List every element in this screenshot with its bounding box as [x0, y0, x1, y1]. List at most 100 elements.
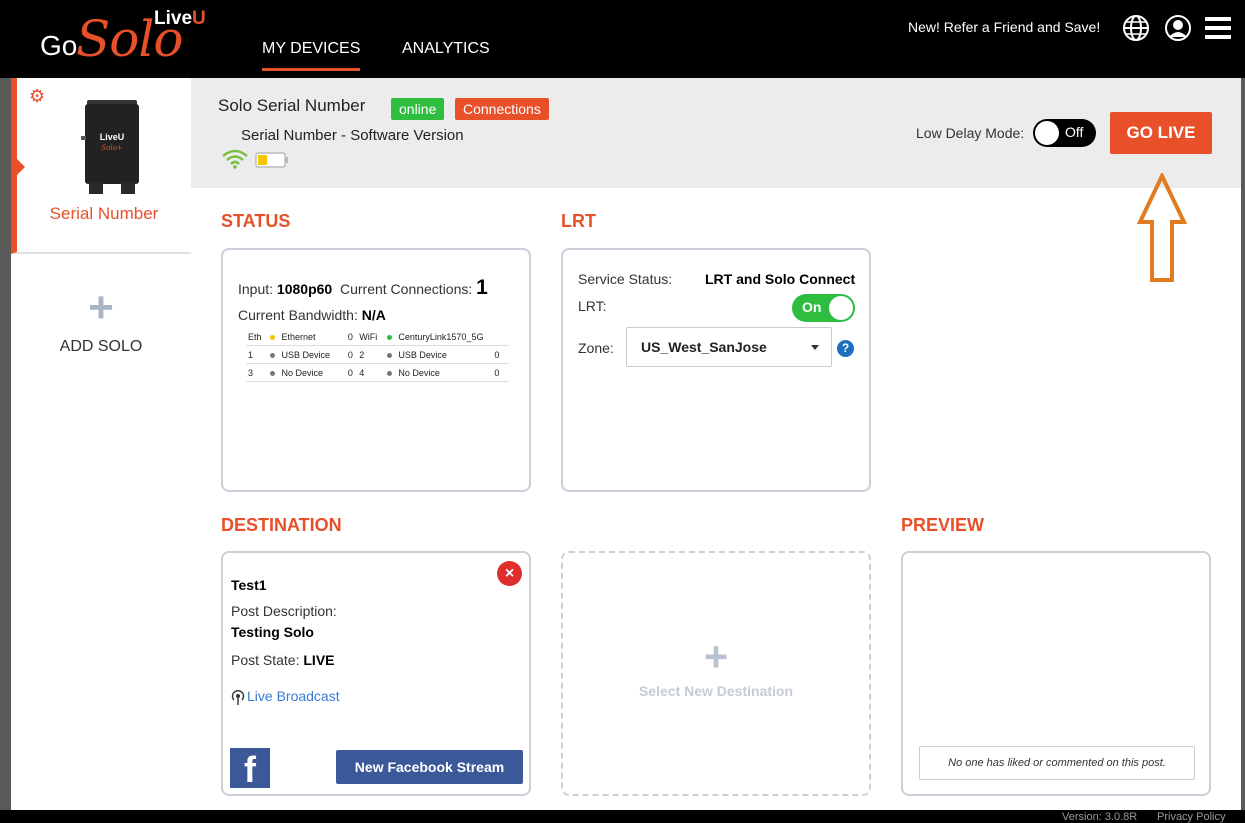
logo-live-part: Live [154, 8, 193, 29]
input-value: 1080p60 [276, 281, 333, 297]
preview-comments-note: No one has liked or commented on this po… [919, 746, 1195, 780]
new-facebook-stream-button[interactable]: New Facebook Stream [336, 750, 523, 784]
device-card-selected[interactable]: ⚙ LiveU Solo+ Serial Number [11, 78, 191, 254]
main-content: Solo Serial Number online Connections Se… [191, 78, 1241, 810]
bandwidth-label: Current Bandwidth: [238, 307, 358, 323]
lrt-toggle[interactable]: On [792, 294, 855, 322]
service-status-label: Service Status: [578, 271, 673, 287]
connections-value: 1 [476, 276, 488, 299]
low-delay-state: Off [1065, 124, 1084, 140]
modem-value: 0 [345, 328, 358, 346]
status-title: STATUS [221, 211, 291, 231]
low-delay-label: Low Delay Mode: [916, 125, 1025, 141]
bandwidth-line: Current Bandwidth: N/A [238, 307, 386, 323]
post-state-value: LIVE [303, 652, 335, 668]
modem-id: 4 [357, 363, 386, 382]
status-card: Input: 1080p60 Current Connections: 1 Cu… [221, 248, 531, 492]
hamburger-menu-icon[interactable] [1204, 14, 1232, 42]
modem-id: Eth [246, 328, 269, 346]
post-description-label: Post Description: [231, 603, 337, 619]
bandwidth-value: N/A [361, 307, 386, 323]
chevron-down-icon [811, 345, 819, 350]
table-row: 3 No Device 0 4 No Device 0 [246, 363, 509, 382]
low-delay-toggle[interactable]: Off [1033, 119, 1096, 147]
solo-device-image: LiveU Solo+ [81, 100, 139, 194]
privacy-policy-link[interactable]: Privacy Policy [1157, 811, 1225, 823]
plus-icon: + [703, 633, 729, 680]
destination-title: DESTINATION [221, 515, 342, 535]
destination-card: × Test1 Post Description: Testing Solo P… [221, 551, 531, 796]
facebook-icon: f [230, 748, 270, 790]
preview-card: No one has liked or commented on this po… [901, 551, 1211, 796]
status-dot [268, 345, 280, 364]
select-new-destination[interactable]: + Select New Destination [561, 551, 871, 796]
device-sub-text: Solo+ [101, 144, 122, 152]
logo-u-part: U [192, 8, 206, 29]
battery-icon [255, 152, 288, 168]
live-broadcast-label: Live Broadcast [247, 688, 340, 704]
tab-analytics[interactable]: ANALYTICS [402, 40, 490, 58]
modem-value: 0 [492, 345, 509, 364]
destination-name: Test1 [231, 577, 267, 593]
modem-name: USB Device [279, 345, 346, 364]
table-row: Eth Ethernet 0 WiFi CenturyLink1570_5G [246, 328, 509, 346]
wifi-icon [222, 149, 248, 169]
modem-table: Eth Ethernet 0 WiFi CenturyLink1570_5G 1… [246, 328, 509, 382]
device-topbar: Solo Serial Number online Connections Se… [191, 78, 1241, 188]
go-live-button[interactable]: GO LIVE [1110, 112, 1212, 154]
preview-title: PREVIEW [901, 515, 985, 535]
live-broadcast-link[interactable]: Live Broadcast [231, 688, 340, 706]
modem-name: Ethernet [279, 328, 346, 346]
gosolo-logo[interactable]: Go Solo LiveU [38, 8, 213, 70]
status-dot [385, 363, 397, 382]
refer-friend-link[interactable]: New! Refer a Friend and Save! [908, 19, 1100, 35]
add-solo-label: ADD SOLO [59, 338, 143, 355]
lrt-card: Service Status: LRT and Solo Connect LRT… [561, 248, 871, 492]
tab-my-devices[interactable]: MY DEVICES [262, 40, 361, 71]
modem-id: 3 [246, 363, 269, 382]
plus-icon: + [88, 283, 114, 332]
logo-liveu-text: LiveU [154, 8, 206, 30]
logo-go-text: Go [40, 30, 78, 61]
zone-value: US_West_SanJose [641, 339, 767, 355]
toggle-knob [829, 296, 853, 320]
modem-value: 0 [345, 345, 358, 364]
modem-name: No Device [279, 363, 346, 382]
device-title: Solo Serial Number [218, 96, 366, 115]
modem-id: 2 [357, 345, 386, 364]
add-solo-button[interactable]: + ADD SOLO [11, 283, 191, 356]
zone-dropdown[interactable]: US_West_SanJose [626, 327, 832, 367]
broadcast-icon [231, 690, 245, 706]
modem-id: WiFi [357, 328, 386, 346]
zone-label: Zone: [578, 340, 614, 356]
lrt-toggle-state: On [802, 299, 822, 315]
table-row: 1 USB Device 0 2 USB Device 0 [246, 345, 509, 364]
status-dot [385, 328, 397, 346]
post-state: Post State: LIVE [231, 652, 335, 668]
modem-name: No Device [396, 363, 493, 382]
status-dot [268, 363, 280, 382]
select-new-destination-label: Select New Destination [638, 683, 794, 699]
status-dot [268, 328, 280, 346]
modem-name: CenturyLink1570_5G [396, 328, 509, 346]
device-sidebar: ⚙ LiveU Solo+ Serial Number + ADD SOLO [11, 78, 191, 823]
modem-id: 1 [246, 345, 269, 364]
online-badge: online [391, 98, 445, 120]
top-header: Go Solo LiveU MY DEVICES ANALYTICS New! … [0, 0, 1245, 78]
toggle-knob [1035, 121, 1059, 145]
modem-value: 0 [345, 363, 358, 382]
input-label: Input: [238, 281, 274, 297]
lrt-title: LRT [561, 211, 596, 231]
close-icon[interactable]: × [497, 561, 522, 586]
status-dot [385, 345, 397, 364]
help-icon[interactable]: ? [837, 340, 854, 357]
post-description-value: Testing Solo [231, 624, 314, 640]
globe-icon[interactable] [1122, 14, 1150, 42]
version-text: Version: 3.0.8R [1062, 811, 1138, 823]
connections-badge[interactable]: Connections [455, 98, 549, 120]
gear-icon[interactable]: ⚙ [29, 86, 45, 107]
arrow-up-icon [1136, 173, 1188, 282]
battery-fill [258, 155, 267, 165]
user-icon[interactable] [1164, 14, 1192, 42]
device-logo-text: LiveU [100, 132, 125, 142]
